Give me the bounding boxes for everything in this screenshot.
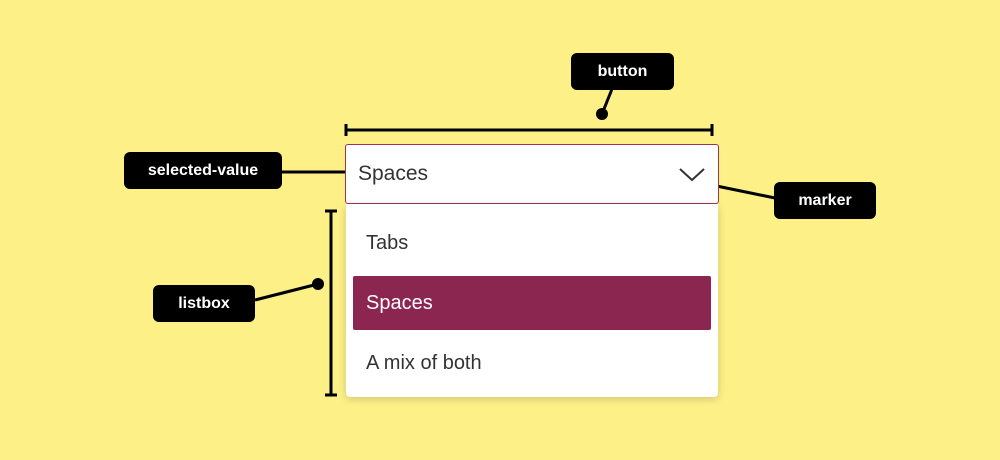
listbox: Tabs Spaces A mix of both <box>346 204 718 397</box>
chevron-down-icon <box>679 168 705 182</box>
listbox-leader-line <box>254 282 319 302</box>
option-tabs[interactable]: Tabs <box>353 216 711 270</box>
callout-listbox: listbox <box>153 285 255 322</box>
option-spaces[interactable]: Spaces <box>353 276 711 330</box>
select-button[interactable]: Spaces <box>345 144 719 204</box>
listbox-leader-dot <box>312 278 324 290</box>
selected-value: Spaces <box>358 162 429 185</box>
callout-button: button <box>571 53 674 90</box>
option-mix-of-both[interactable]: A mix of both <box>353 336 711 390</box>
callout-selected-value: selected-value <box>124 152 282 189</box>
button-leader-dot <box>596 108 608 120</box>
callout-marker: marker <box>774 182 876 219</box>
